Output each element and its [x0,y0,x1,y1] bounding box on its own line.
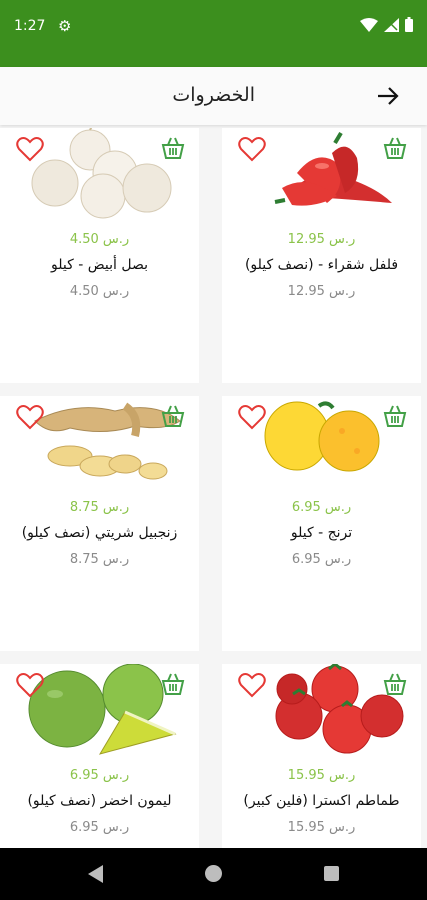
basket-icon[interactable] [161,136,185,160]
status-time: 1:27 [14,18,46,34]
app-bar: الخضروات [0,67,427,125]
basket-icon[interactable] [161,672,185,696]
product-card[interactable]: 4.50 ر.س بصل أبيض - كيلو 4.50 ر.س [0,128,199,383]
product-price: 8.75 ر.س [69,500,130,515]
heart-icon[interactable] [238,136,266,162]
nav-back-icon[interactable] [88,865,104,883]
product-old-price: 6.95 ر.س [69,820,130,835]
arrow-right-icon[interactable] [375,85,401,107]
page-title: الخضروات [172,84,255,106]
product-name: بصل أبيض - كيلو [51,257,148,273]
product-name: ترنج - كيلو [290,525,353,541]
heart-icon[interactable] [16,136,44,162]
nav-home-icon[interactable] [205,865,222,882]
system-nav-bar [0,848,427,900]
basket-icon[interactable] [383,404,407,428]
status-bar: 1:27 ⚙ [0,0,427,67]
battery-icon [405,17,413,32]
product-name: طماطم اكسترا (فلين كبير) [243,793,400,809]
product-price: 6.95 ر.س [69,768,130,783]
product-name: ليمون اخضر (نصف كيلو) [27,793,172,809]
product-price: 6.95 ر.س [291,500,352,515]
product-old-price: 12.95 ر.س [287,284,356,299]
heart-icon[interactable] [16,404,44,430]
heart-icon[interactable] [238,404,266,430]
product-card[interactable]: 15.95 ر.س طماطم اكسترا (فلين كبير) 15.95… [222,664,421,848]
product-old-price: 8.75 ر.س [69,552,130,567]
product-card[interactable]: 6.95 ر.س ليمون اخضر (نصف كيلو) 6.95 ر.س [0,664,199,848]
product-price: 4.50 ر.س [69,232,130,247]
product-old-price: 15.95 ر.س [287,820,356,835]
product-name: فلفل شقراء - (نصف كيلو) [244,257,399,273]
wifi-icon [360,17,378,32]
product-price: 15.95 ر.س [287,768,356,783]
basket-icon[interactable] [383,136,407,160]
product-grid: 12.95 ر.س فلفل شقراء - (نصف كيلو) 12.95 … [0,128,427,848]
heart-icon[interactable] [238,672,266,698]
product-old-price: 6.95 ر.س [291,552,352,567]
basket-icon[interactable] [161,404,185,428]
product-old-price: 4.50 ر.س [69,284,130,299]
nav-recents-icon[interactable] [324,866,339,881]
product-name: زنجبيل شريتي (نصف كيلو) [21,525,178,541]
signal-icon [384,17,399,32]
status-icons [360,17,413,32]
basket-icon[interactable] [383,672,407,696]
product-card[interactable]: 6.95 ر.س ترنج - كيلو 6.95 ر.س [222,396,421,651]
heart-icon[interactable] [16,672,44,698]
product-card[interactable]: 8.75 ر.س زنجبيل شريتي (نصف كيلو) 8.75 ر.… [0,396,199,651]
product-price: 12.95 ر.س [287,232,356,247]
product-card[interactable]: 12.95 ر.س فلفل شقراء - (نصف كيلو) 12.95 … [222,128,421,383]
settings-icon: ⚙ [58,17,72,35]
